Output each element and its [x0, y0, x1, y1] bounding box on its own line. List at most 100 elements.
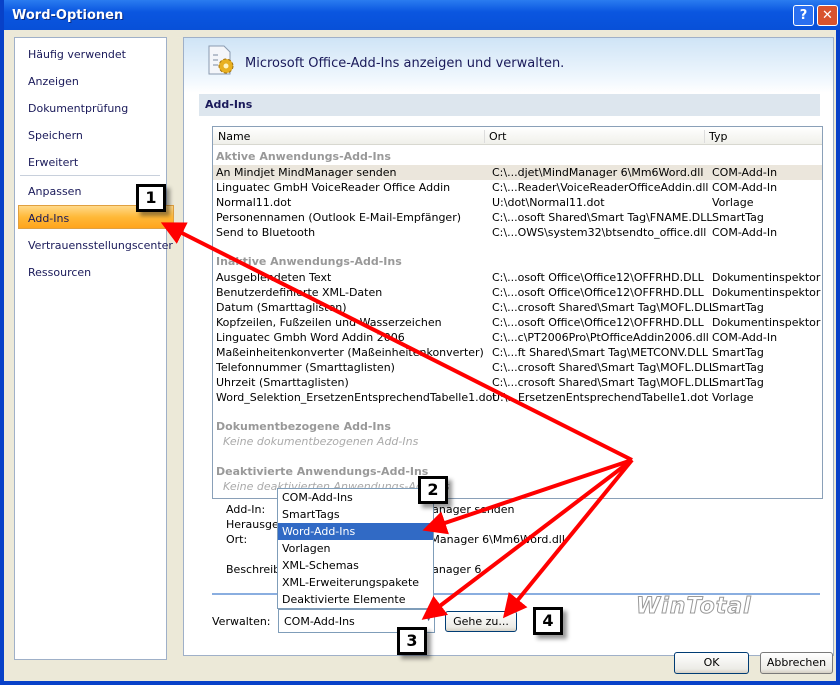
manage-dropdown-list[interactable]: COM-Add-Ins SmartTags Word-Add-Ins Vorlagen… — [277, 488, 434, 609]
dropdown-option[interactable]: XML-Erweiterungspakete — [278, 574, 433, 591]
dropdown-option[interactable]: Word-Add-Ins — [278, 523, 433, 540]
table-row[interactable]: Linguatec Gmbh Word Addin 2006 C:\...c\PT… — [213, 330, 822, 345]
cell-name: Kopfzeilen, Fußzeilen und Wasserzeichen — [216, 316, 442, 329]
panel-title: Microsoft Office-Add-Ins anzeigen und ve… — [245, 56, 565, 71]
dropdown-option[interactable]: SmartTags — [278, 506, 433, 523]
cell-typ: SmartTag — [712, 361, 764, 374]
group-title: Aktive Anwendungs-Add-Ins — [216, 150, 391, 163]
panel-header: Microsoft Office-Add-Ins anzeigen und ve… — [184, 38, 833, 93]
table-row[interactable]: Ausgeblendeten Text C:\...osoft Office\Of… — [213, 270, 822, 285]
sidebar-item-anzeigen[interactable]: Anzeigen — [28, 75, 79, 88]
sidebar-item-add-ins[interactable]: Add-Ins — [28, 212, 69, 225]
cell-typ: Dokumentinspektor — [712, 286, 821, 299]
cell-typ: COM-Add-In — [712, 331, 778, 344]
cell-name: Telefonnummer (Smarttaglisten) — [216, 361, 395, 374]
cell-ort: C:\...osoft Shared\Smart Tag\FNAME.DLL — [492, 211, 713, 224]
cell-ort: C:\...c\PT2006Pro\PtOfficeAddin2006.dll — [492, 331, 709, 344]
sidebar-item-ressourcen[interactable]: Ressourcen — [28, 266, 91, 279]
cell-ort: C:\...djet\MindManager 6\Mm6Word.dll — [492, 166, 704, 179]
cell-name: An Mindjet MindManager senden — [216, 166, 397, 179]
cell-name: Personennamen (Outlook E-Mail-Empfänger) — [216, 211, 462, 224]
cell-typ: COM-Add-In — [712, 166, 778, 179]
sidebar-item-dokumentprüfung[interactable]: Dokumentprüfung — [28, 102, 128, 115]
sidebar-divider — [20, 175, 160, 176]
cell-typ: Vorlage — [712, 196, 754, 209]
dialog-window: Word-Optionen ? ✕ Häufig verwendet Anzeig… — [0, 0, 840, 685]
table-row[interactable]: Telefonnummer (Smarttaglisten) C:\...cros… — [213, 360, 822, 375]
addins-list[interactable]: Name Ort Typ Aktive Anwendungs-Add-Ins An… — [212, 126, 823, 499]
dropdown-option[interactable]: Vorlagen — [278, 540, 433, 557]
manage-select-value: COM-Add-Ins — [284, 615, 355, 628]
sidebar: Häufig verwendet Anzeigen Dokumentprüfung S… — [14, 37, 174, 660]
table-row[interactable]: Kopfzeilen, Fußzeilen und Wasserzeichen C… — [213, 315, 822, 330]
cell-name: Normal11.dot — [216, 196, 292, 209]
cell-typ: Dokumentinspektor — [712, 316, 821, 329]
table-row[interactable]: Uhrzeit (Smarttaglisten) C:\...crosoft Sh… — [213, 375, 822, 390]
section-header: Add-Ins — [199, 94, 820, 116]
cell-typ: SmartTag — [712, 346, 764, 359]
cell-name: Benutzerdefinierte XML-Daten — [216, 286, 383, 299]
cell-typ: SmartTag — [712, 376, 764, 389]
cell-name: Word_Selektion_ErsetzenEntsprechendTabel… — [216, 391, 497, 404]
dropdown-option[interactable]: COM-Add-Ins — [278, 489, 433, 506]
wintotal-watermark-logo: WinTotal — [636, 594, 752, 620]
callout-3: 3 — [397, 627, 427, 655]
group-title: Deaktivierte Anwendungs-Add-Ins — [216, 465, 429, 478]
sidebar-item-speichern[interactable]: Speichern — [28, 129, 83, 142]
ok-button[interactable]: OK — [674, 652, 749, 674]
cell-name: Send to Bluetooth — [216, 226, 316, 239]
title-bar: Word-Optionen — [4, 0, 840, 30]
column-typ[interactable]: Typ — [704, 130, 728, 143]
close-button[interactable]: ✕ — [817, 5, 838, 26]
group-title: Dokumentbezogene Add-Ins — [216, 420, 391, 433]
sidebar-item-anpassen[interactable]: Anpassen — [28, 185, 81, 198]
chevron-down-icon[interactable]: ▼ — [425, 613, 432, 623]
cell-ort: C:\...crosoft Shared\Smart Tag\MOFL.DLL — [492, 376, 715, 389]
cell-typ: SmartTag — [712, 301, 764, 314]
cell-typ: Dokumentinspektor — [712, 271, 821, 284]
cell-name: Linguatec GmbH VoiceReader Office Addin — [216, 181, 451, 194]
table-row[interactable]: Normal11.dot U:\dot\Normal11.dot Vorlage — [213, 195, 822, 210]
cell-ort: U:\...ErsetzenEntsprechendTabelle1.dot — [492, 391, 709, 404]
dropdown-option[interactable]: XML-Schemas — [278, 557, 433, 574]
cell-typ: COM-Add-In — [712, 226, 778, 239]
help-button[interactable]: ? — [793, 5, 814, 26]
cell-ort: C:\...osoft Office\Office12\OFFRHD.DLL — [492, 271, 704, 284]
table-row[interactable]: Word_Selektion_ErsetzenEntsprechendTabel… — [213, 390, 822, 405]
cell-ort: C:\...osoft Office\Office12\OFFRHD.DLL — [492, 286, 704, 299]
group-title: Inaktive Anwendungs-Add-Ins — [216, 255, 402, 268]
column-name[interactable]: Name — [218, 130, 250, 143]
manage-label: Verwalten: — [212, 615, 271, 628]
table-row[interactable]: Send to Bluetooth C:\...OWS\system32\btse… — [213, 225, 822, 240]
sidebar-item-vertrauensstellungscenter[interactable]: Vertrauensstellungscenter — [28, 239, 173, 252]
table-row[interactable]: Benutzerdefinierte XML-Daten C:\...osoft … — [213, 285, 822, 300]
empty-group-text: Keine dokumentbezogenen Add-Ins — [223, 435, 419, 448]
go-button[interactable]: Gehe zu... — [445, 611, 517, 632]
cell-typ: Vorlage — [712, 391, 754, 404]
window-title: Word-Optionen — [12, 8, 124, 23]
cell-typ: SmartTag — [712, 211, 764, 224]
cell-ort: U:\dot\Normal11.dot — [492, 196, 605, 209]
table-row[interactable]: An Mindjet MindManager senden C:\...djet\… — [213, 165, 822, 180]
cell-name: Linguatec Gmbh Word Addin 2006 — [216, 331, 405, 344]
table-row[interactable]: Personennamen (Outlook E-Mail-Empfänger)… — [213, 210, 822, 225]
cell-typ: COM-Add-In — [712, 181, 778, 194]
table-row[interactable]: Datum (Smarttaglisten) C:\...crosoft Shar… — [213, 300, 822, 315]
callout-2: 2 — [418, 476, 448, 504]
detail-label: Ort: — [226, 533, 248, 546]
sidebar-item-häufig-verwendet[interactable]: Häufig verwendet — [28, 48, 126, 61]
cell-name: Ausgeblendeten Text — [216, 271, 332, 284]
column-ort[interactable]: Ort — [484, 130, 507, 143]
detail-label: Add-In: — [226, 503, 266, 516]
cell-ort: C:\...crosoft Shared\Smart Tag\MOFL.DLL — [492, 301, 715, 314]
cell-ort: C:\...Reader\VoiceReaderOfficeAddin.dll — [492, 181, 709, 194]
cell-ort: C:\...OWS\system32\btsendto_office.dll — [492, 226, 707, 239]
callout-1: 1 — [136, 184, 166, 212]
callout-4: 4 — [533, 607, 563, 635]
table-row[interactable]: Linguatec GmbH VoiceReader Office Addin C… — [213, 180, 822, 195]
cell-name: Maßeinheitenkonverter (Maßeinheitenkonve… — [216, 346, 484, 359]
dropdown-option[interactable]: Deaktivierte Elemente — [278, 591, 433, 608]
table-row[interactable]: Maßeinheitenkonverter (Maßeinheitenkonve… — [213, 345, 822, 360]
sidebar-item-erweitert[interactable]: Erweitert — [28, 156, 78, 169]
cancel-button[interactable]: Abbrechen — [760, 652, 833, 674]
